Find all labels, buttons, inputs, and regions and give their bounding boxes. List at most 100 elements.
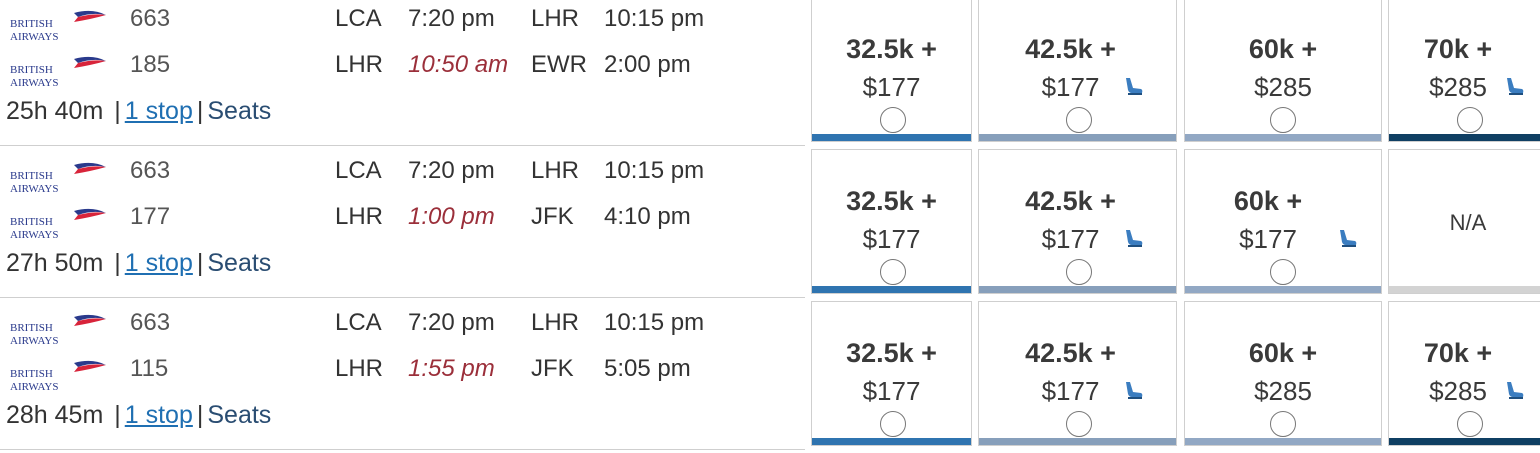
fare-points: 42.5k +: [1025, 338, 1116, 368]
itinerary-summary: 25h 40m | 1 stop | Seats: [6, 97, 271, 126]
destination-airport: JFK: [531, 203, 574, 230]
fare-option[interactable]: 42.5k + $177: [978, 149, 1177, 294]
logo-text-airways: AIRWAYS: [10, 183, 59, 195]
logo-text-british: BRITISH: [10, 216, 53, 228]
fare-radio-button[interactable]: [1066, 107, 1092, 133]
itinerary-details: BRITISH AIRWAYS 663 LCA 7:20 pm LHR 10:15 pm…: [0, 301, 805, 453]
logo-text-british: BRITISH: [10, 170, 53, 182]
stops-link[interactable]: 1 stop: [125, 401, 193, 429]
seats-link[interactable]: Seats: [207, 401, 271, 429]
destination-airport: EWR: [531, 51, 587, 78]
fare-radio-button[interactable]: [1270, 107, 1296, 133]
fare-class-bar: [812, 134, 971, 141]
origin-airport: LCA: [335, 5, 382, 32]
fare-points: 60k +: [1248, 338, 1318, 368]
fare-price: $177: [1041, 224, 1100, 254]
separator: |: [196, 97, 204, 125]
fare-option[interactable]: 70k + $285: [1388, 0, 1540, 142]
fare-points: 42.5k +: [1025, 34, 1116, 64]
british-airways-logo: BRITISH AIRWAYS: [8, 207, 108, 243]
flight-number: 115: [130, 355, 169, 382]
flight-number: 663: [130, 5, 171, 32]
fare-radio-button[interactable]: [880, 411, 906, 437]
total-duration: 25h 40m: [6, 97, 104, 125]
row-divider: [0, 297, 805, 298]
fare-option[interactable]: 32.5k + $177: [811, 149, 972, 294]
departure-time: 7:20 pm: [408, 5, 495, 32]
fare-radio-button[interactable]: [880, 259, 906, 285]
logo-text-airways: AIRWAYS: [10, 381, 59, 393]
origin-airport: LHR: [335, 203, 384, 230]
separator: |: [196, 249, 204, 277]
fare-radio-button[interactable]: [880, 107, 906, 133]
fare-option[interactable]: 70k + $285: [1388, 301, 1540, 446]
stops-link[interactable]: 1 stop: [125, 249, 193, 277]
fare-option[interactable]: 42.5k + $177: [978, 0, 1177, 142]
fare-points: 60k +: [1233, 186, 1303, 216]
fare-radio-button[interactable]: [1457, 411, 1483, 437]
fare-price: $177: [862, 72, 921, 102]
arrival-time: 10:15 pm: [604, 309, 705, 336]
fare-radio-button[interactable]: [1270, 411, 1296, 437]
fare-radio-button[interactable]: [1457, 107, 1483, 133]
itinerary-details: BRITISH AIRWAYS 663 LCA 7:20 pm LHR 10:15 pm…: [0, 0, 805, 149]
origin-airport: LHR: [335, 51, 384, 78]
origin-airport: LHR: [335, 355, 384, 382]
logo-text-airways: AIRWAYS: [10, 31, 59, 43]
fare-option[interactable]: 60k + $285: [1184, 301, 1382, 446]
fare-class-bar: [1389, 438, 1540, 445]
arrival-time: 10:15 pm: [604, 157, 705, 184]
fare-radio-button[interactable]: [1270, 259, 1296, 285]
fare-price: $177: [1041, 376, 1100, 406]
destination-airport: LHR: [531, 5, 580, 32]
fare-price: $285: [1254, 72, 1312, 102]
seat-icon: [1122, 228, 1144, 250]
logo-text-airways: AIRWAYS: [10, 335, 59, 347]
fare-class-bar: [1185, 438, 1381, 445]
fare-radio-button[interactable]: [1066, 259, 1092, 285]
seat-icon: [1336, 228, 1358, 250]
fare-radio-button[interactable]: [1066, 411, 1092, 437]
itinerary-details: BRITISH AIRWAYS 663 LCA 7:20 pm LHR 10:15 pm…: [0, 149, 805, 301]
logo-text-airways: AIRWAYS: [10, 229, 59, 241]
fare-unavailable: N/A: [1449, 210, 1487, 235]
total-duration: 28h 45m: [6, 401, 104, 429]
arrival-time: 2:00 pm: [604, 51, 691, 78]
origin-airport: LCA: [335, 309, 382, 336]
fare-price: $177: [1041, 72, 1100, 102]
fare-price: $177: [862, 224, 921, 254]
fare-option[interactable]: N/A: [1388, 149, 1540, 294]
british-airways-logo: BRITISH AIRWAYS: [8, 9, 108, 45]
fare-option[interactable]: 60k + $285: [1184, 0, 1382, 142]
fare-option[interactable]: 32.5k + $177: [811, 301, 972, 446]
fare-class-bar: [812, 286, 971, 293]
arrival-time: 4:10 pm: [604, 203, 691, 230]
fare-points: 70k +: [1423, 34, 1493, 64]
british-airways-logo: BRITISH AIRWAYS: [8, 359, 108, 395]
seats-link[interactable]: Seats: [207, 97, 271, 125]
flight-result-row: BRITISH AIRWAYS 663 LCA 7:20 pm LHR 10:15 pm…: [0, 0, 1540, 149]
stops-link[interactable]: 1 stop: [125, 97, 193, 125]
seats-link[interactable]: Seats: [207, 249, 271, 277]
destination-airport: LHR: [531, 309, 580, 336]
seat-icon: [1503, 76, 1525, 98]
logo-text-british: BRITISH: [10, 322, 53, 334]
fare-points: 32.5k +: [846, 338, 937, 368]
fare-class-bar: [812, 438, 971, 445]
fare-class-bar: [1185, 134, 1381, 141]
row-divider: [0, 449, 805, 450]
separator: |: [107, 97, 121, 125]
fare-option[interactable]: 32.5k + $177: [811, 0, 972, 142]
separator: |: [107, 249, 121, 277]
seat-icon: [1122, 380, 1144, 402]
fare-price: $177: [862, 376, 921, 406]
logo-text-airways: AIRWAYS: [10, 77, 59, 89]
logo-text-british: BRITISH: [10, 18, 53, 30]
fare-class-bar: [1389, 286, 1540, 293]
itinerary-summary: 28h 45m | 1 stop | Seats: [6, 401, 271, 430]
seat-icon: [1122, 76, 1144, 98]
flight-number: 177: [130, 203, 171, 230]
total-duration: 27h 50m: [6, 249, 104, 277]
fare-option[interactable]: 42.5k + $177: [978, 301, 1177, 446]
fare-option[interactable]: 60k + $177: [1184, 149, 1382, 294]
